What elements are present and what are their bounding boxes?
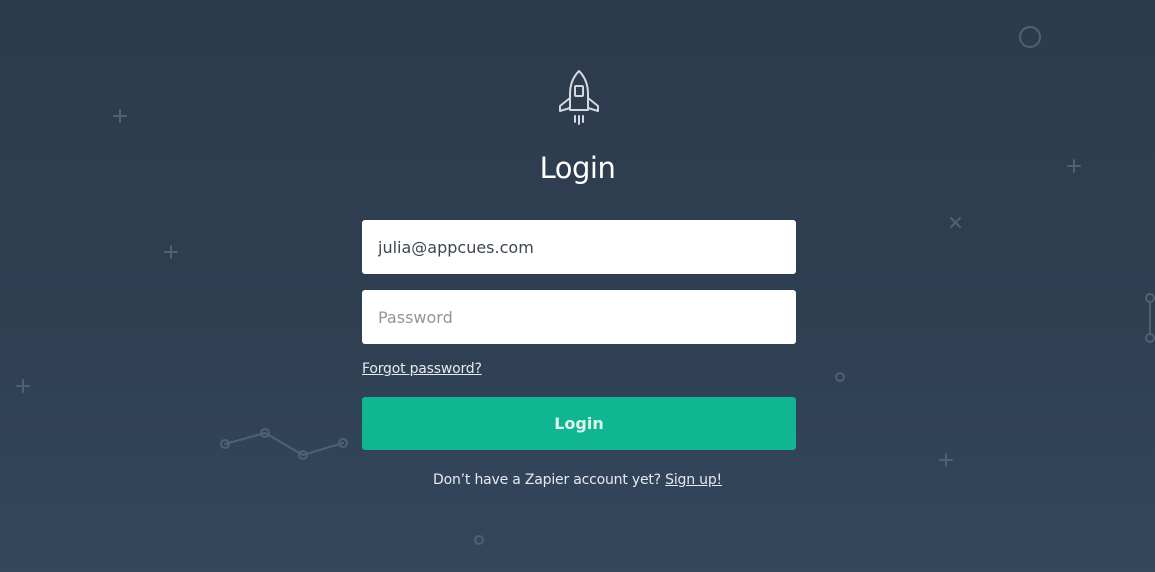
line-graph-decoration xyxy=(220,428,348,460)
plus-decoration-icon xyxy=(113,109,127,123)
circle-decoration-icon xyxy=(835,372,845,382)
signup-link[interactable]: Sign up! xyxy=(665,472,722,488)
login-button[interactable]: Login xyxy=(362,397,796,450)
signup-prompt-text: Don’t have a Zapier account yet? xyxy=(433,472,661,488)
email-field[interactable] xyxy=(362,220,796,274)
plus-decoration-icon xyxy=(16,379,30,393)
circle-decoration-icon xyxy=(1019,26,1041,48)
password-field[interactable] xyxy=(362,290,796,344)
plus-decoration-icon xyxy=(939,453,953,467)
signup-prompt: Don’t have a Zapier account yet? Sign up… xyxy=(0,472,1155,488)
connector-decoration xyxy=(1145,293,1155,343)
page-title: Login xyxy=(539,151,616,185)
circle-decoration-icon xyxy=(474,535,484,545)
cross-decoration-icon xyxy=(950,217,961,228)
forgot-password-link[interactable]: Forgot password? xyxy=(362,361,482,377)
rocket-icon xyxy=(559,70,599,125)
plus-decoration-icon xyxy=(164,245,178,259)
